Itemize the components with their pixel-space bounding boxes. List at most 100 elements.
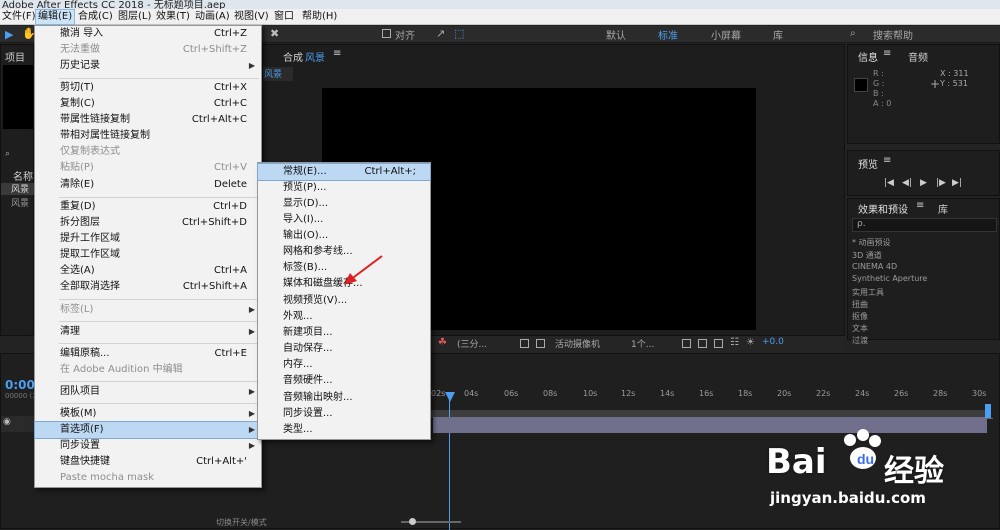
resolution-dropdown[interactable]: (三分... bbox=[457, 337, 487, 350]
menu-window[interactable]: 窗口 bbox=[272, 9, 296, 25]
zoom-slider-handle[interactable] bbox=[409, 518, 416, 525]
flowchart-icon[interactable]: ☷ bbox=[730, 337, 739, 348]
prefs-item-appearance[interactable]: 外观... bbox=[258, 309, 430, 325]
menu-item-edit-original[interactable]: 编辑原稿... Ctrl+E bbox=[35, 346, 261, 362]
prefs-item-auto-save[interactable]: 自动保存... bbox=[258, 341, 430, 357]
menu-item-preferences[interactable]: 首选项(F) ▶ bbox=[34, 421, 262, 439]
menu-item-cut[interactable]: 剪切(T) Ctrl+X bbox=[35, 80, 261, 96]
snap-tool-icon[interactable]: ↗ bbox=[436, 27, 445, 40]
prefs-item-general[interactable]: 常规(E)... Ctrl+Alt+; bbox=[257, 163, 431, 181]
menu-item-purge[interactable]: 清理 ▶ bbox=[35, 324, 261, 340]
menu-help[interactable]: 帮助(H) bbox=[300, 9, 339, 25]
preview-tab[interactable]: 预览 bbox=[858, 156, 878, 171]
prefs-item-memory[interactable]: 内存... bbox=[258, 357, 430, 373]
menu-item-paste[interactable]: 粘贴(P) Ctrl+V bbox=[35, 160, 261, 176]
menu-item-cannot-redo[interactable]: 无法重做 Ctrl+Shift+Z bbox=[35, 42, 261, 58]
timeline-icon[interactable] bbox=[714, 339, 723, 348]
effect-category[interactable]: * 动画预设 bbox=[852, 237, 891, 248]
workspace-default[interactable]: 默认 bbox=[606, 27, 626, 42]
effects-tab[interactable]: 效果和预设 bbox=[858, 201, 908, 216]
menu-animation[interactable]: 动画(A) bbox=[193, 9, 232, 25]
menu-item-select-all[interactable]: 全选(A) Ctrl+A bbox=[35, 263, 261, 279]
prefs-item-sync-settings[interactable]: 同步设置... bbox=[258, 406, 430, 422]
playhead-handle[interactable] bbox=[445, 392, 455, 402]
fast-previews-icon[interactable] bbox=[698, 339, 707, 348]
reset-exposure-icon[interactable]: ☀ bbox=[746, 337, 755, 348]
menu-item-lift-work-area[interactable]: 提升工作区域 bbox=[35, 231, 261, 247]
menu-item-copy-with-links[interactable]: 带属性链接复制 Ctrl+Alt+C bbox=[35, 112, 261, 128]
menu-item-edit-in-audition[interactable]: 在 Adobe Audition 中编辑 bbox=[35, 362, 261, 378]
color-channel-icon[interactable]: ☘ bbox=[438, 337, 447, 348]
workspace-standard[interactable]: 标准 bbox=[658, 27, 678, 42]
composition-tab[interactable]: 风景 bbox=[263, 67, 293, 81]
panel-menu-icon[interactable]: ≡ bbox=[883, 48, 891, 59]
project-search-icon[interactable]: ⌕ bbox=[5, 149, 10, 159]
panel-menu-icon[interactable]: ≡ bbox=[916, 200, 924, 211]
menu-item-copy-expression-only[interactable]: 仅复制表达式 bbox=[35, 144, 261, 160]
last-frame-icon[interactable]: ▶| bbox=[952, 178, 962, 188]
transparency-grid-icon[interactable] bbox=[536, 339, 545, 348]
menu-item-label[interactable]: 标签(L) ▶ bbox=[35, 302, 261, 318]
toggle-pixel-aspect-icon[interactable] bbox=[682, 339, 691, 348]
menu-edit[interactable]: 编辑(E) bbox=[35, 9, 76, 25]
effect-category[interactable]: 文本 bbox=[852, 323, 868, 334]
menu-item-undo-import[interactable]: 撤消 导入 Ctrl+Z bbox=[35, 26, 261, 42]
prefs-item-output[interactable]: 输出(O)... bbox=[258, 228, 430, 244]
panel-menu-icon[interactable]: ≡ bbox=[883, 155, 891, 166]
menu-item-clear[interactable]: 清除(E) Delete bbox=[35, 177, 261, 193]
effect-category[interactable]: CINEMA 4D bbox=[852, 262, 897, 271]
snap-checkbox[interactable] bbox=[382, 29, 391, 38]
selection-tool-icon[interactable]: ▶ bbox=[5, 28, 13, 41]
layer-bar[interactable] bbox=[433, 417, 987, 433]
toggle-switches-modes[interactable]: 切换开关/模式 bbox=[216, 517, 267, 528]
menu-composition[interactable]: 合成(C) bbox=[76, 9, 115, 25]
effect-category[interactable]: 实用工具 bbox=[852, 287, 884, 298]
info-tab[interactable]: 信息 bbox=[858, 49, 878, 64]
workspace-library[interactable]: 库 bbox=[773, 27, 783, 42]
effect-category[interactable]: Synthetic Aperture bbox=[852, 274, 927, 283]
view-layout-dropdown[interactable]: 1个... bbox=[631, 337, 654, 350]
visibility-icon[interactable]: ◉ bbox=[3, 417, 11, 427]
effect-category[interactable]: 3D 通道 bbox=[852, 250, 882, 261]
menu-item-templates[interactable]: 模板(M) ▶ bbox=[35, 406, 261, 422]
prefs-item-display[interactable]: 显示(D)... bbox=[258, 196, 430, 212]
audio-tab[interactable]: 音频 bbox=[908, 49, 928, 64]
menu-view[interactable]: 视图(V) bbox=[232, 9, 271, 25]
menu-item-paste-mocha-mask[interactable]: Paste mocha mask bbox=[35, 470, 261, 486]
menu-layer[interactable]: 图层(L) bbox=[116, 9, 153, 25]
project-item-row[interactable]: 风景 bbox=[1, 183, 35, 195]
panel-menu-icon[interactable]: ≡ bbox=[333, 48, 341, 59]
menu-item-team-project[interactable]: 团队项目 ▶ bbox=[35, 384, 261, 400]
menu-item-duplicate[interactable]: 重复(D) Ctrl+D bbox=[35, 199, 261, 215]
effect-category[interactable]: 过渡 bbox=[852, 335, 868, 346]
snap-grid-icon[interactable]: ⬚ bbox=[454, 27, 464, 40]
menu-file[interactable]: 文件(F) bbox=[0, 9, 38, 25]
prefs-item-new-project[interactable]: 新建项目... bbox=[258, 325, 430, 341]
workspace-small-screen[interactable]: 小屏幕 bbox=[711, 27, 741, 42]
menu-item-split-layer[interactable]: 拆分图层 Ctrl+Shift+D bbox=[35, 215, 261, 231]
menu-item-history[interactable]: 历史记录 ▶ bbox=[35, 58, 261, 74]
next-frame-icon[interactable]: |▶ bbox=[936, 178, 946, 188]
prefs-item-audio-output-mapping[interactable]: 音频输出映射... bbox=[258, 390, 430, 406]
menu-item-copy[interactable]: 复制(C) Ctrl+C bbox=[35, 96, 261, 112]
timecode[interactable]: 0:00 bbox=[5, 378, 35, 392]
effect-category[interactable]: 抠像 bbox=[852, 311, 868, 322]
first-frame-icon[interactable]: |◀ bbox=[884, 178, 894, 188]
work-area-end[interactable] bbox=[985, 404, 991, 418]
prefs-item-import[interactable]: 导入(I)... bbox=[258, 212, 430, 228]
prev-frame-icon[interactable]: ◀| bbox=[902, 178, 912, 188]
effects-search-input[interactable]: ρ. bbox=[852, 218, 997, 232]
play-icon[interactable]: ▶ bbox=[920, 178, 927, 188]
menu-item-copy-relative-links[interactable]: 带相对属性链接复制 bbox=[35, 128, 261, 144]
prefs-item-type[interactable]: 类型... bbox=[258, 422, 430, 438]
project-item-row[interactable]: 风景 bbox=[1, 197, 35, 209]
menu-effect[interactable]: 效果(T) bbox=[154, 9, 192, 25]
menu-item-extract-work-area[interactable]: 提取工作区域 bbox=[35, 247, 261, 263]
puppet-pin-icon[interactable]: ✖ bbox=[270, 27, 279, 40]
camera-dropdown[interactable]: 活动摄像机 bbox=[555, 337, 600, 350]
effect-category[interactable]: 扭曲 bbox=[852, 299, 868, 310]
prefs-item-audio-hardware[interactable]: 音频硬件... bbox=[258, 373, 430, 389]
prefs-item-previews[interactable]: 预览(P)... bbox=[258, 180, 430, 196]
menu-item-keyboard-shortcuts[interactable]: 键盘快捷键 Ctrl+Alt+' bbox=[35, 454, 261, 470]
menu-item-deselect-all[interactable]: 全部取消选择 Ctrl+Shift+A bbox=[35, 279, 261, 295]
